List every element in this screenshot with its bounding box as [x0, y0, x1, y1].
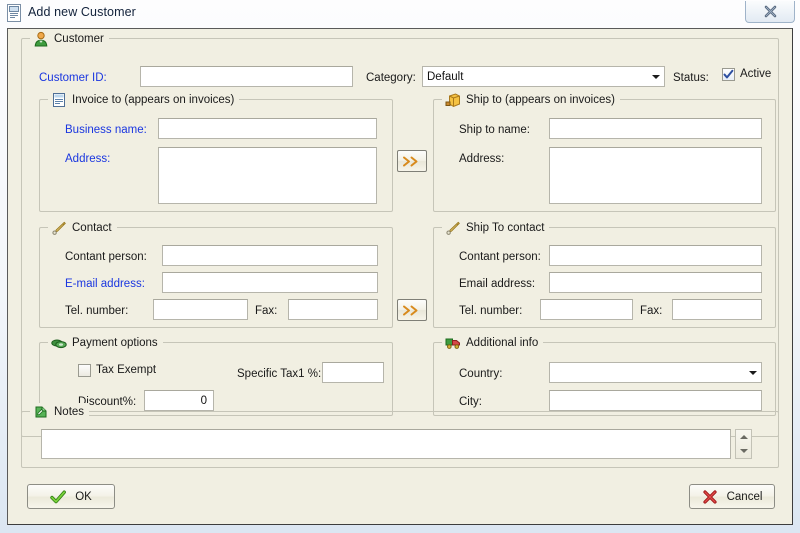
double-chevron-right-icon	[403, 305, 418, 315]
contact-label: Contact	[72, 221, 112, 234]
customer-id-input[interactable]	[140, 66, 353, 87]
checkbox-box	[78, 364, 91, 377]
invoice-to-group: Invoice to (appears on invoices) Busines…	[39, 91, 393, 212]
cancel-button[interactable]: Cancel	[689, 484, 775, 509]
pen-icon	[445, 220, 461, 236]
invoice-document-icon	[51, 92, 67, 108]
close-button[interactable]	[745, 1, 795, 23]
copy-invoice-to-ship-button[interactable]	[397, 150, 427, 172]
category-value: Default	[427, 70, 464, 83]
notes-spinner[interactable]	[735, 429, 752, 459]
specific-tax-input[interactable]	[322, 362, 384, 383]
chevron-down-icon[interactable]	[744, 363, 761, 382]
specific-tax-label: Specific Tax1 %:	[237, 368, 322, 380]
contact-person-label: Contant person:	[65, 251, 147, 263]
ship-contact-fax-input[interactable]	[672, 299, 762, 320]
ship-to-label: Ship to (appears on invoices)	[466, 93, 615, 106]
ok-button-label: OK	[75, 490, 92, 503]
ship-to-name-input[interactable]	[549, 118, 762, 139]
invoice-address-textarea[interactable]	[158, 147, 377, 204]
green-check-icon	[50, 489, 67, 505]
notes-spinner-up[interactable]	[736, 430, 751, 444]
contact-email-label: E-mail address:	[65, 278, 145, 290]
ship-to-contact-caption: Ship To contact	[442, 219, 550, 237]
title-bar: Add new Customer	[0, 0, 800, 28]
country-label: Country:	[459, 368, 503, 380]
user-icon	[33, 31, 49, 47]
ship-to-caption: Ship to (appears on invoices)	[442, 91, 620, 109]
contact-fax-input[interactable]	[288, 299, 378, 320]
add-new-customer-window: Add new Customer Customer Customer ID: C…	[0, 0, 800, 533]
pen-icon	[51, 220, 67, 236]
red-x-icon	[702, 489, 718, 505]
chevron-down-icon[interactable]	[647, 67, 664, 86]
invoice-to-label: Invoice to (appears on invoices)	[72, 93, 235, 106]
ship-contact-fax-label: Fax:	[640, 305, 663, 317]
customer-group: Customer Customer ID: Category: Default …	[21, 30, 779, 437]
ship-to-address-textarea[interactable]	[549, 147, 762, 204]
city-input[interactable]	[549, 390, 762, 411]
city-label: City:	[459, 396, 482, 408]
additional-info-caption: Additional info	[442, 334, 544, 352]
tax-exempt-checkbox[interactable]: Tax Exempt	[78, 364, 156, 377]
truck-icon	[445, 335, 461, 351]
contact-person-input[interactable]	[162, 245, 378, 266]
customer-group-label: Customer	[54, 32, 104, 45]
contact-tel-input[interactable]	[153, 299, 248, 320]
ship-to-contact-group: Ship To contact Contant person: Email ad…	[433, 219, 776, 328]
business-name-input[interactable]	[158, 118, 377, 139]
additional-info-group: Additional info Country: City:	[433, 334, 776, 416]
notes-caption: Notes	[30, 403, 90, 421]
copy-contact-to-ship-button[interactable]	[397, 299, 427, 321]
country-select[interactable]	[549, 362, 762, 383]
contact-caption: Contact	[48, 219, 117, 237]
notes-spinner-down[interactable]	[736, 444, 751, 458]
payment-options-group: Payment options Tax Exempt Specific Tax1…	[39, 334, 393, 416]
ship-contact-email-label: Email address:	[459, 278, 536, 290]
form-client-area: Customer Customer ID: Category: Default …	[7, 28, 793, 525]
contact-email-input[interactable]	[162, 272, 378, 293]
window-title: Add new Customer	[28, 5, 136, 19]
close-icon	[764, 5, 776, 18]
contact-tel-label: Tel. number:	[65, 305, 129, 317]
invoice-to-caption: Invoice to (appears on invoices)	[48, 91, 240, 109]
ok-button[interactable]: OK	[27, 484, 115, 509]
additional-info-label: Additional info	[466, 336, 539, 349]
status-label: Status:	[673, 72, 709, 84]
ship-to-contact-label: Ship To contact	[466, 221, 545, 234]
discount-input[interactable]	[144, 390, 214, 411]
double-chevron-right-icon	[403, 156, 418, 166]
status-active-label: Active	[740, 68, 772, 80]
invoice-address-label: Address:	[65, 153, 111, 165]
payment-options-label: Payment options	[72, 336, 158, 349]
ship-contact-tel-input[interactable]	[540, 299, 633, 320]
notes-label: Notes	[54, 405, 85, 418]
customer-group-caption: Customer	[30, 30, 109, 48]
payment-options-caption: Payment options	[48, 334, 163, 352]
checkbox-box	[722, 68, 735, 81]
ship-to-name-label: Ship to name:	[459, 124, 530, 136]
ship-contact-person-input[interactable]	[549, 245, 762, 266]
ship-contact-tel-label: Tel. number:	[459, 305, 523, 317]
package-icon	[445, 92, 461, 108]
ship-to-group: Ship to (appears on invoices) Ship to na…	[433, 91, 776, 212]
status-active-checkbox[interactable]: Active	[722, 68, 771, 81]
category-select[interactable]: Default	[422, 66, 665, 87]
tax-exempt-label: Tax Exempt	[96, 364, 157, 376]
ship-to-address-label: Address:	[459, 153, 505, 165]
contact-fax-label: Fax:	[255, 305, 278, 317]
contact-group: Contact Contant person: E-mail address: …	[39, 219, 393, 328]
money-icon	[51, 335, 67, 351]
notes-group: Notes	[21, 403, 779, 468]
ship-contact-email-input[interactable]	[549, 272, 762, 293]
document-card-icon	[7, 4, 23, 22]
cancel-button-label: Cancel	[726, 490, 763, 503]
customer-id-label: Customer ID:	[39, 72, 107, 84]
note-pencil-icon	[33, 404, 49, 420]
business-name-label: Business name:	[65, 124, 147, 136]
ship-contact-person-label: Contant person:	[459, 251, 541, 263]
category-label: Category:	[366, 72, 416, 84]
checkmark-icon	[723, 69, 734, 79]
notes-textarea[interactable]	[41, 429, 731, 459]
